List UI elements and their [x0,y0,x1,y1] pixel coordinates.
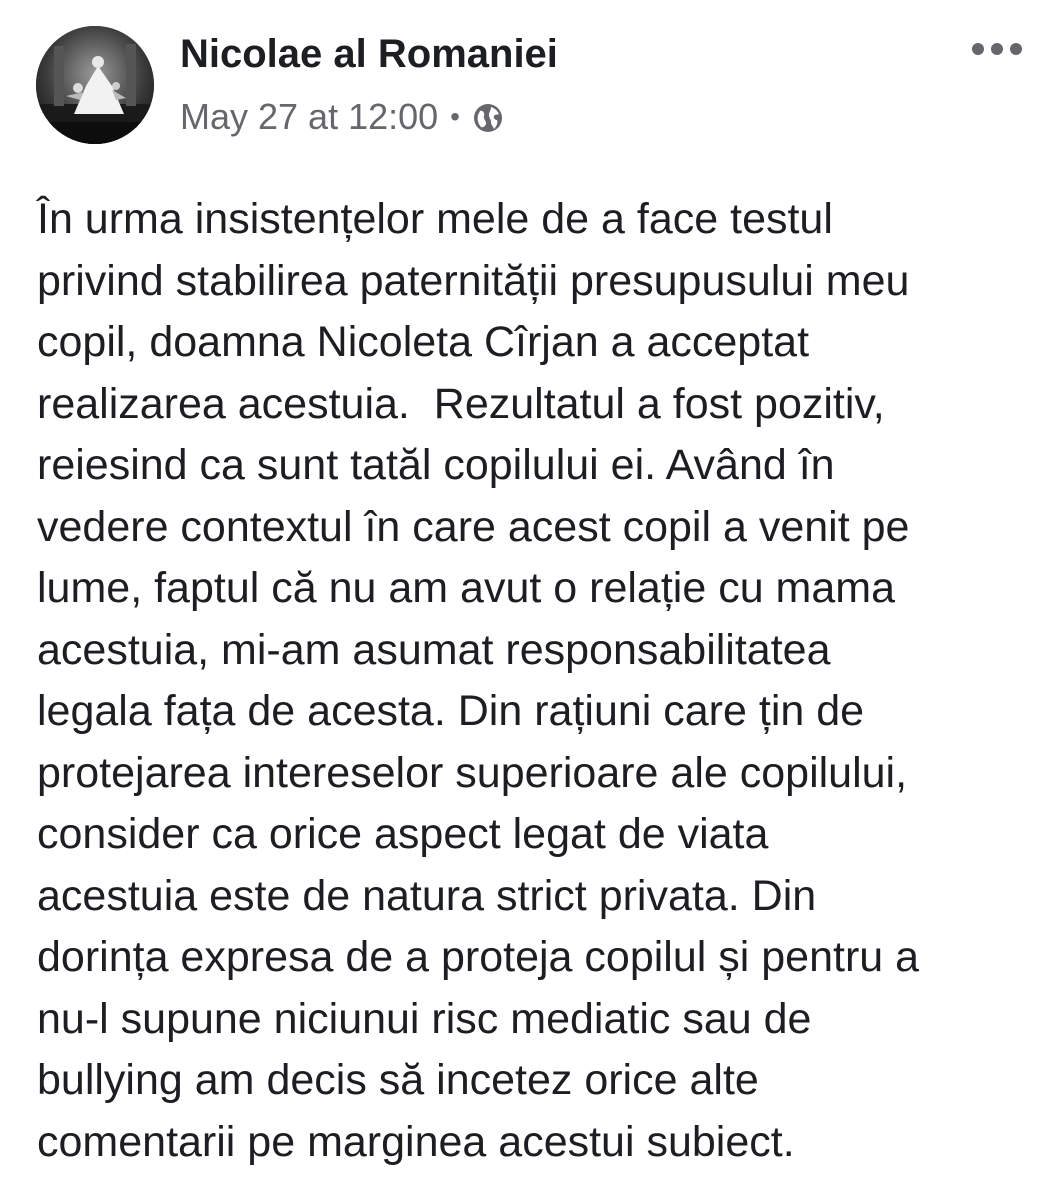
post-text-line: nu-l supune niciunui risc mediatic sau d… [37,994,812,1043]
more-options-icon [1010,43,1022,55]
post-header: Nicolae al Romaniei May 27 at 12:00 • [0,0,1058,160]
author-name[interactable]: Nicolae al Romaniei [180,30,558,78]
post-text-line: vedere contextul în care acest copil a v… [37,502,910,551]
post-text-line: acestuia este de natura strict privata. … [37,871,817,920]
post-text: În urma insistențelor mele de a face tes… [37,189,1037,1173]
avatar-photo [36,26,154,144]
more-options-icon [991,43,1003,55]
post-text-line: copil, doamna Nicoleta Cîrjan a acceptat [37,318,810,366]
avatar[interactable] [36,26,154,144]
post-text-line: legala fața de acesta. Din rațiuni care … [37,687,865,735]
post-meta: May 27 at 12:00 • [180,94,504,140]
post-text-line: protejarea intereselor superioare ale co… [37,748,908,797]
post-text-line: realizarea acestuia. Rezultatul a fost p… [37,379,885,428]
post-timestamp[interactable]: May 27 at 12:00 [180,96,438,138]
post-text-line: consider ca orice aspect legat de viata [37,810,769,858]
post-text-line: reiesind ca sunt tatăl copilului ei. Avâ… [37,441,835,489]
more-options-icon [972,43,984,55]
post-text-line: dorința expresa de a proteja copilul și … [37,933,920,981]
post-text-line: privind stabilirea paternității presupus… [37,256,910,305]
post-text-line: În urma insistențelor mele de a face tes… [37,195,833,243]
more-options-button[interactable] [972,36,1022,62]
post-text-line: lume, faptul că nu am avut o relație cu … [37,564,896,612]
meta-separator: • [450,101,460,132]
globe-icon[interactable] [472,101,504,133]
post-text-line: acestuia, mi-am asumat responsabilitatea [37,625,831,674]
post-text-line: bullying am decis să incetez orice alte [37,1056,759,1104]
post-text-line: comentarii pe marginea acestui subiect. [37,1117,795,1166]
